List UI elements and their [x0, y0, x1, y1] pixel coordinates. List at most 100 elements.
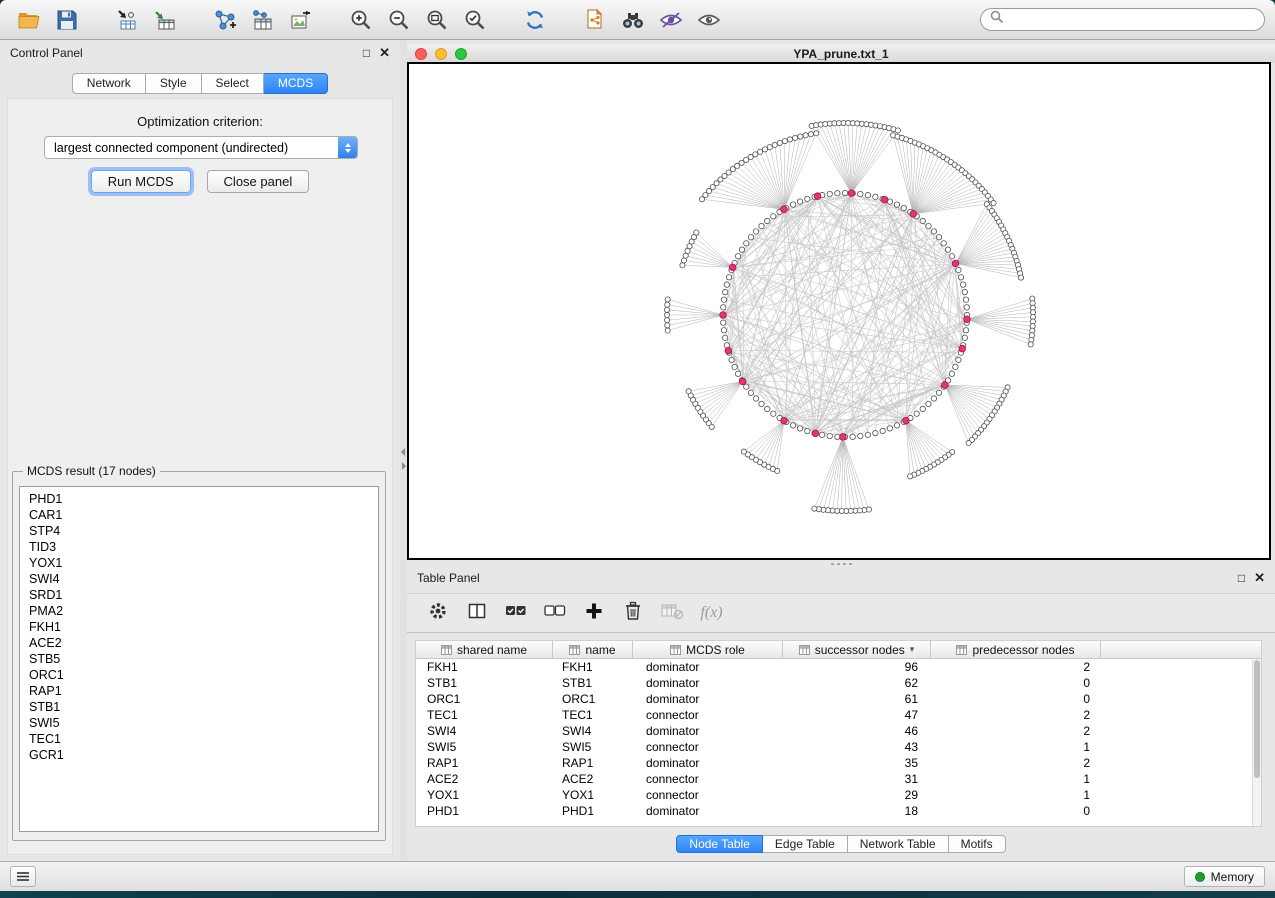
table-row[interactable]: TEC1TEC1connector472 [416, 707, 1252, 723]
result-item[interactable]: SWI5 [29, 715, 376, 731]
column-header-name[interactable]: name [553, 641, 633, 659]
save-button[interactable] [48, 4, 86, 36]
float-panel-button[interactable]: □ [363, 47, 370, 59]
export-image-button[interactable] [282, 4, 320, 36]
result-item[interactable]: YOX1 [29, 555, 376, 571]
column-header-successor-nodes[interactable]: successor nodes ▾ [783, 641, 931, 659]
find-button[interactable] [614, 4, 652, 36]
result-item[interactable]: TEC1 [29, 731, 376, 747]
network-graph[interactable] [409, 64, 1269, 558]
table-row[interactable]: STB1STB1dominator620 [416, 675, 1252, 691]
result-item[interactable]: PHD1 [29, 491, 376, 507]
result-item[interactable]: PMA2 [29, 603, 376, 619]
table-cell: YOX1 [553, 787, 633, 803]
apply-function-button[interactable]: f(x) [696, 599, 725, 628]
result-item[interactable]: CAR1 [29, 507, 376, 523]
result-item[interactable]: RAP1 [29, 683, 376, 699]
scrollbar-thumb[interactable] [1254, 660, 1260, 778]
tab-node-table[interactable]: Node Table [676, 835, 763, 853]
maximize-window-button[interactable] [455, 48, 467, 60]
close-table-panel-button[interactable]: ✕ [1254, 572, 1265, 584]
checked-boxes-icon [504, 601, 528, 626]
tab-network-table[interactable]: Network Table [848, 835, 949, 853]
export-image-icon [289, 9, 313, 31]
panel-splitter[interactable] [400, 40, 407, 861]
column-header-mcds-role[interactable]: MCDS role [633, 641, 783, 659]
minimize-window-button[interactable] [435, 48, 447, 60]
result-item[interactable]: ORC1 [29, 667, 376, 683]
table-cell: dominator [633, 691, 783, 707]
zoom-fit-button[interactable] [418, 4, 456, 36]
main-toolbar [0, 0, 1275, 40]
close-window-button[interactable] [415, 48, 427, 60]
table-cell [1101, 755, 1252, 771]
tab-edge-table[interactable]: Edge Table [763, 835, 848, 853]
tab-style[interactable]: Style [146, 73, 202, 94]
vizmap-button[interactable] [652, 4, 690, 36]
table-cell: YOX1 [416, 787, 553, 803]
deselect-all-rows-button[interactable] [540, 599, 569, 628]
tab-select[interactable]: Select [202, 73, 264, 94]
float-table-panel-button[interactable]: □ [1238, 572, 1245, 584]
zoom-selected-button[interactable] [456, 4, 494, 36]
column-header-shared-name[interactable]: shared name [416, 641, 553, 659]
criterion-dropdown[interactable]: largest connected component (undirected) [44, 136, 358, 159]
delete-table-button[interactable] [657, 599, 686, 628]
import-table-button[interactable] [146, 4, 184, 36]
copy-network-button[interactable] [576, 4, 614, 36]
dropdown-stepper-icon [338, 137, 357, 158]
result-item[interactable]: STP4 [29, 523, 376, 539]
table-row[interactable]: SWI5SWI5connector431 [416, 739, 1252, 755]
show-graphics-button[interactable] [690, 4, 728, 36]
table-row[interactable]: ORC1ORC1dominator610 [416, 691, 1252, 707]
table-row[interactable]: RAP1RAP1dominator352 [416, 755, 1252, 771]
run-mcds-button[interactable]: Run MCDS [91, 170, 191, 193]
refresh-button[interactable] [516, 4, 554, 36]
result-item[interactable]: SWI4 [29, 571, 376, 587]
fx-icon: f(x) [698, 604, 722, 622]
refresh-icon [523, 8, 547, 32]
table-cell: 29 [783, 787, 931, 803]
tab-mcds[interactable]: MCDS [264, 73, 328, 94]
table-row[interactable]: YOX1YOX1connector291 [416, 787, 1252, 803]
status-bar: Memory [0, 861, 1275, 891]
result-item[interactable]: STB5 [29, 651, 376, 667]
table-row[interactable]: FKH1FKH1dominator962 [416, 659, 1252, 675]
zoom-in-button[interactable] [342, 4, 380, 36]
tab-motifs[interactable]: Motifs [949, 835, 1006, 853]
document-share-icon [583, 8, 607, 32]
search-input[interactable] [1010, 13, 1255, 27]
table-row[interactable]: ACE2ACE2connector311 [416, 771, 1252, 787]
add-column-button[interactable] [579, 599, 608, 628]
column-header-predecessor-nodes[interactable]: predecessor nodes [931, 641, 1101, 659]
result-item[interactable]: ACE2 [29, 635, 376, 651]
tab-network[interactable]: Network [72, 73, 146, 94]
result-item[interactable]: SRD1 [29, 587, 376, 603]
network-window-titlebar[interactable]: YPA_prune.txt_1 [407, 44, 1275, 63]
result-item[interactable]: FKH1 [29, 619, 376, 635]
table-scrollbar[interactable] [1252, 659, 1261, 826]
gear-icon [427, 600, 449, 627]
table-cell: 46 [783, 723, 931, 739]
status-menu-button[interactable] [10, 866, 36, 887]
table-row[interactable]: SWI4SWI4dominator462 [416, 723, 1252, 739]
search-box[interactable] [980, 8, 1265, 31]
import-network-button[interactable] [108, 4, 146, 36]
close-panel-action-button[interactable]: Close panel [207, 170, 310, 193]
result-item[interactable]: TID3 [29, 539, 376, 555]
network-table-button[interactable] [244, 4, 282, 36]
mcds-result-list[interactable]: PHD1CAR1STP4TID3YOX1SWI4SRD1PMA2FKH1ACE2… [19, 486, 379, 832]
delete-column-button[interactable] [618, 599, 647, 628]
result-item[interactable]: STB1 [29, 699, 376, 715]
table-row[interactable]: PHD1PHD1dominator180 [416, 803, 1252, 819]
open-file-button[interactable] [10, 4, 48, 36]
memory-button[interactable]: Memory [1184, 866, 1265, 887]
close-panel-button[interactable]: ✕ [379, 47, 390, 59]
select-all-rows-button[interactable] [501, 599, 530, 628]
show-columns-button[interactable] [462, 599, 491, 628]
zoom-out-button[interactable] [380, 4, 418, 36]
table-settings-button[interactable] [423, 599, 452, 628]
new-network-button[interactable] [206, 4, 244, 36]
result-item[interactable]: GCR1 [29, 747, 376, 763]
network-canvas[interactable] [407, 62, 1271, 560]
